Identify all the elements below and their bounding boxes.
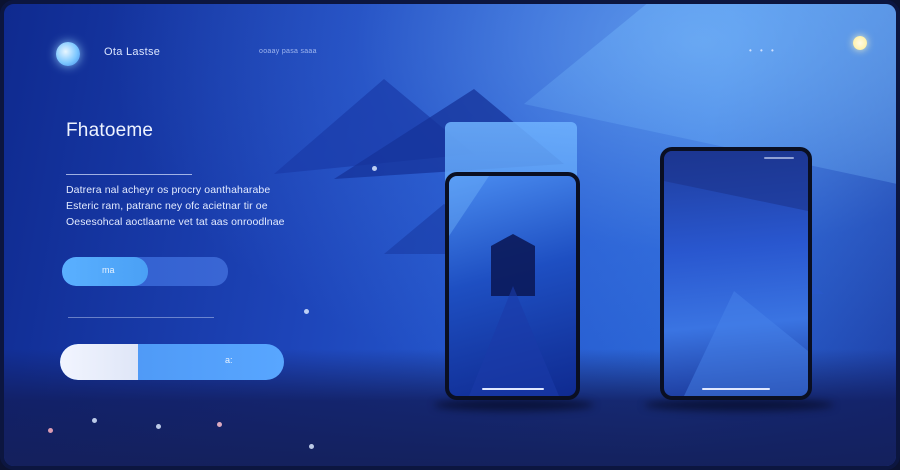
phone-notch (764, 157, 794, 159)
menu-dots-icon[interactable]: • • • (749, 46, 777, 55)
sparkle-dot (304, 309, 309, 314)
app-window: Ota Lastse ooaay pasa saaa • • • Fhatoem… (0, 0, 900, 470)
phone-mockup-right (660, 147, 812, 400)
body-text-line-3: Oesesohcal aoctlaarne vet tat aas onrood… (66, 216, 285, 228)
phone-right-screen-art (664, 151, 808, 396)
page-title: Fhatoeme (66, 120, 154, 141)
home-indicator (481, 388, 544, 390)
body-text-line-2: Esteric ram, patranc ney ofc acietnar ti… (66, 200, 268, 212)
nav-links[interactable]: ooaay pasa saaa (259, 48, 317, 55)
sparkle-dot (372, 166, 377, 171)
primary-button[interactable]: ma (62, 257, 228, 286)
sparkle-dot (156, 424, 161, 429)
sparkle-dot (48, 428, 53, 433)
secondary-button-light-segment (60, 344, 138, 380)
status-orb-icon (853, 36, 867, 50)
logo-icon[interactable] (56, 42, 80, 66)
body-text-line-1: Datrera nal acheyr os procry oanthaharab… (66, 184, 271, 196)
secondary-button[interactable]: a: (60, 344, 284, 380)
home-indicator (702, 388, 770, 390)
sparkle-dot (217, 422, 222, 427)
phone-left-screen-art (449, 176, 559, 396)
phone-mockup-left (445, 172, 580, 400)
secondary-button-label: a: (225, 355, 233, 365)
title-divider (66, 174, 192, 175)
section-divider (68, 317, 214, 318)
phone-shadow (644, 399, 834, 411)
sparkle-dot (309, 444, 314, 449)
primary-button-label: ma (102, 265, 115, 275)
phone-shadow (434, 399, 594, 411)
brand-name[interactable]: Ota Lastse (104, 46, 160, 58)
sparkle-dot (92, 418, 97, 423)
